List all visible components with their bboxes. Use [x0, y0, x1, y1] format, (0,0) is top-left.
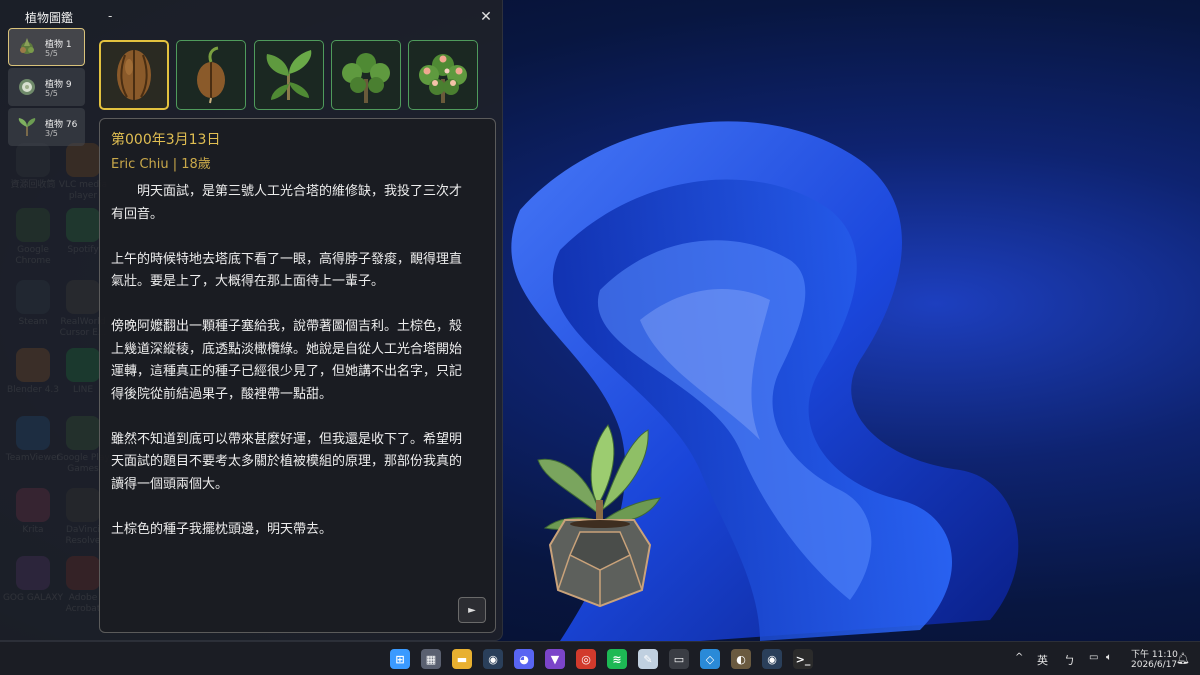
diary-paragraph: 明天面試，是第三號人工光合塔的維修缺，我投了三次才有回音。	[111, 184, 463, 222]
diary-panel: 第000年3月13日 Eric Chiu | 18歲 明天面試，是第三號人工光合…	[99, 118, 496, 633]
shrub-icon	[342, 53, 390, 103]
steam-2-icon[interactable]: ◉	[762, 649, 782, 669]
stage-sprouting-seed[interactable]	[176, 40, 246, 110]
calculator-icon[interactable]: ▦	[421, 649, 441, 669]
close-icon: ✕	[480, 9, 492, 25]
seed-icon	[117, 50, 151, 100]
show-hidden-icons-chevron-icon[interactable]: ^	[1015, 652, 1023, 663]
volume-icon[interactable]: 🔈︎	[1106, 652, 1112, 663]
diary-author: Eric Chiu | 18歲	[111, 157, 211, 172]
visual-studio-icon[interactable]: ▼	[545, 649, 565, 669]
seed-thumbnail-icon	[15, 35, 39, 59]
plant-encyclopedia-window: 植物圖鑑 - ✕ 植物 1 5/5 植物 9 5/5 植物 76 3/5 第00…	[0, 0, 503, 641]
chrome-icon[interactable]: ◎	[576, 649, 596, 669]
steam-icon[interactable]: ◉	[483, 649, 503, 669]
game-bar-icon[interactable]: ▭	[669, 649, 689, 669]
gimp-icon[interactable]: ◐	[731, 649, 751, 669]
discord-icon[interactable]: ◕	[514, 649, 534, 669]
taskbar: ⊞ ▦ ▬ ◉ ◕ ▼ ◎ ≋ ✎ ▭ ◇ ◐ ◉ >_ ^ 英 ㄅ ▭ 🔈︎ 下午 11:10 2026…	[0, 641, 1200, 675]
stage-flowering[interactable]	[408, 40, 478, 110]
plant-progress: 5/5	[45, 89, 58, 98]
plant-progress: 5/5	[45, 49, 58, 58]
stage-seed[interactable]	[99, 40, 169, 110]
diary-paragraph: 傍晚阿嬤翻出一顆種子塞給我，說帶著圖個吉利。土棕色，殼上幾道深縱稜，底透點淡橄欖…	[111, 319, 463, 402]
flowering-plant-icon	[419, 54, 467, 103]
file-explorer-icon[interactable]: ▬	[452, 649, 472, 669]
plant-list: 植物 1 5/5 植物 9 5/5 植物 76 3/5	[8, 28, 86, 148]
sprout-icon	[197, 46, 225, 104]
stage-shrub[interactable]	[331, 40, 401, 110]
desktop-potted-plant[interactable]	[530, 420, 665, 610]
spotify-icon[interactable]: ≋	[607, 649, 627, 669]
clock-date[interactable]: 2026/6/17	[1131, 660, 1177, 670]
ime-mode-indicator[interactable]: ㄅ	[1064, 652, 1075, 668]
windows-start-icon[interactable]: ⊞	[390, 649, 410, 669]
diary-paragraph: 雖然不知道到底可以帶來甚麼好運，但我還是收下了。希望明天面試的題目不要考太多關於…	[111, 431, 463, 492]
plant-progress: 3/5	[45, 129, 58, 138]
diary-paragraph: 上午的時候特地去塔底下看了一眼，高得脖子發痠，靦得理直氣壯。要是上了，大概得在那…	[111, 251, 463, 290]
network-icon[interactable]: ▭	[1089, 652, 1098, 663]
vscode-icon[interactable]: ◇	[700, 649, 720, 669]
next-page-button[interactable]: ►	[458, 597, 486, 623]
page-subtitle: -	[108, 9, 113, 23]
next-arrow-icon: ►	[468, 604, 476, 616]
plant-item-9[interactable]: 植物 9 5/5	[8, 68, 85, 106]
plant-item-1[interactable]: 植物 1 5/5	[8, 28, 85, 66]
paint-icon[interactable]: ✎	[638, 649, 658, 669]
flower-thumbnail-icon	[15, 75, 39, 99]
diary-paragraph: 土棕色的種子我擺枕頭邊，明天帶去。	[111, 521, 333, 537]
terminal-icon[interactable]: >_	[793, 649, 813, 669]
notification-bell-icon[interactable]: 🔔︎	[1176, 652, 1190, 665]
clock-time[interactable]: 下午 11:10	[1131, 647, 1178, 660]
seedling-icon	[266, 50, 312, 100]
app-title: 植物圖鑑	[25, 11, 74, 25]
sprout-thumbnail-icon	[15, 115, 39, 139]
plant-item-76[interactable]: 植物 76 3/5	[8, 108, 85, 146]
close-button[interactable]: ✕	[474, 6, 498, 28]
diary-date: 第000年3月13日	[111, 132, 221, 148]
diary-body: 明天面試，是第三號人工光合塔的維修缺，我投了三次才有回音。 上午的時候特地去塔底…	[111, 181, 473, 564]
input-language-indicator[interactable]: 英	[1037, 652, 1048, 668]
stage-seedling[interactable]	[254, 40, 324, 110]
